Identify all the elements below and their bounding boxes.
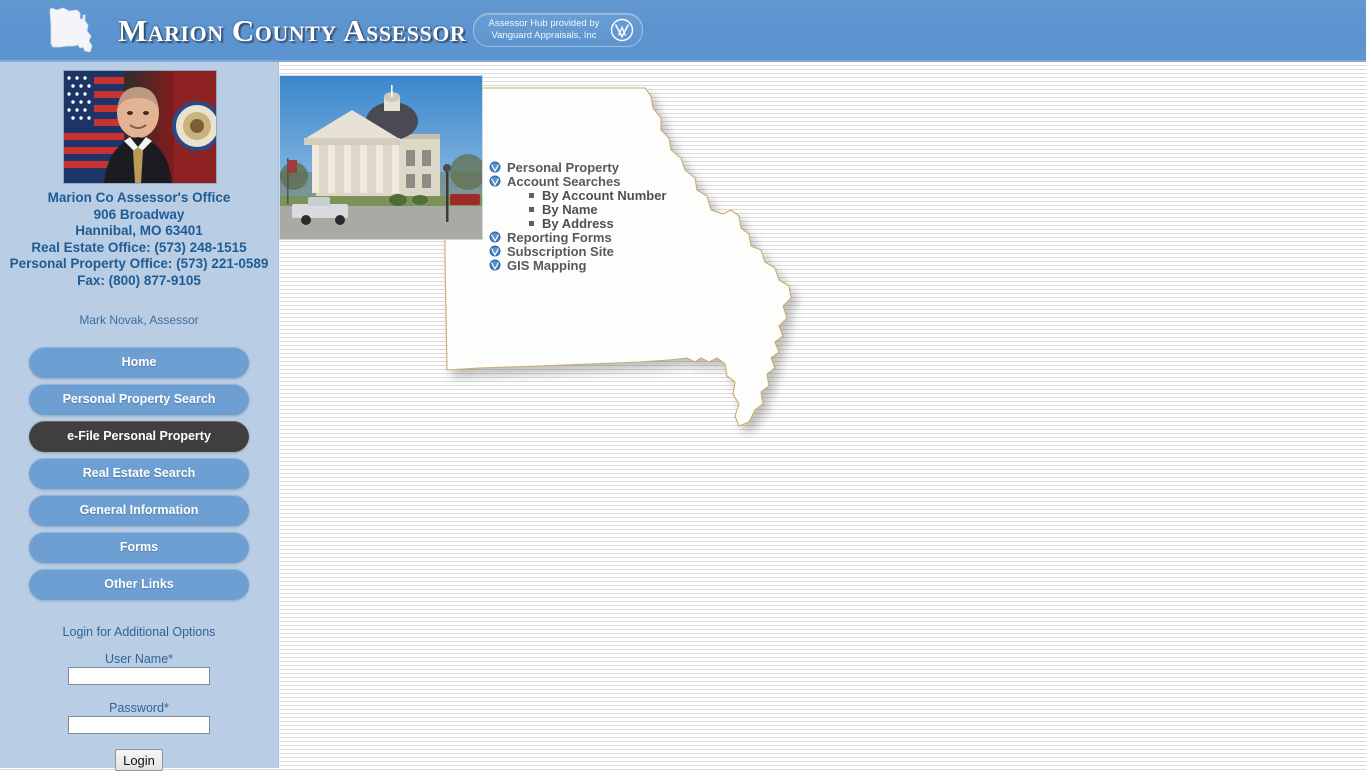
sidebar-item-real-estate-search[interactable]: Real Estate Search	[29, 458, 249, 489]
office-name: Marion Co Assessor's Office	[47, 190, 231, 205]
sidebar-item-efile-personal-property[interactable]: e-File Personal Property	[29, 421, 249, 452]
password-input[interactable]	[68, 716, 210, 734]
menu-item-label[interactable]: Account Searches	[507, 174, 620, 189]
menu-item-subscription-site[interactable]: Subscription Site	[489, 244, 809, 259]
sidebar-item-other-links[interactable]: Other Links	[29, 569, 249, 600]
office-fax: Fax: (800) 877-9105	[77, 272, 201, 288]
vanguard-bullet-icon	[489, 175, 501, 187]
office-personal-property-phone: Personal Property Office: (573) 221-0589	[9, 256, 269, 271]
menu-item-personal-property[interactable]: Personal Property	[489, 160, 809, 175]
menu-item-label[interactable]: GIS Mapping	[507, 258, 586, 273]
submenu-item-label[interactable]: By Name	[542, 202, 598, 217]
missouri-state-icon	[49, 7, 93, 53]
submenu-item-by-address[interactable]: By Address	[489, 216, 809, 231]
submenu-item-label[interactable]: By Address	[542, 216, 614, 231]
menu-item-label[interactable]: Reporting Forms	[507, 230, 612, 245]
menu-item-label[interactable]: Subscription Site	[507, 244, 614, 259]
hub-badge-line1: Assessor Hub provided by	[488, 18, 600, 29]
username-label: User Name*	[104, 652, 174, 666]
sidebar: Marion Co Assessor's Office 906 Broadway…	[0, 62, 279, 771]
site-header: Marion County Assessor Assessor Hub prov…	[0, 0, 1366, 62]
content-link-menu: Personal Property Account Searches By Ac…	[489, 160, 809, 273]
vanguard-bullet-icon	[489, 245, 501, 257]
office-city-state-zip: Hannibal, MO 63401	[75, 223, 203, 238]
sidebar-item-general-information[interactable]: General Information	[29, 495, 249, 526]
vanguard-logo-icon	[610, 18, 634, 42]
menu-item-reporting-forms[interactable]: Reporting Forms	[489, 230, 809, 245]
page-title: Marion County Assessor	[118, 13, 467, 48]
content-panel: Personal Property Account Searches By Ac…	[279, 62, 1366, 768]
submenu-item-by-account-number[interactable]: By Account Number	[489, 188, 809, 203]
menu-item-account-searches[interactable]: Account Searches	[489, 174, 809, 189]
office-real-estate-phone: Real Estate Office: (573) 248-1515	[31, 239, 247, 255]
submenu-item-label[interactable]: By Account Number	[542, 188, 666, 203]
assessor-portrait	[63, 70, 217, 184]
username-input[interactable]	[68, 667, 210, 685]
account-searches-sublist: By Account Number By Name By Address	[489, 188, 809, 231]
square-bullet-icon	[529, 220, 534, 226]
marion-county-courthouse-photo	[279, 75, 483, 240]
vanguard-bullet-icon	[489, 161, 501, 173]
sidebar-item-home[interactable]: Home	[29, 347, 249, 378]
square-bullet-icon	[529, 192, 534, 198]
hub-badge-line2: Vanguard Appraisals, Inc	[491, 29, 597, 41]
vanguard-bullet-icon	[489, 231, 501, 243]
square-bullet-icon	[529, 206, 534, 212]
sidebar-item-personal-property-search[interactable]: Personal Property Search	[29, 384, 249, 415]
office-street: 906 Broadway	[93, 206, 185, 222]
sidebar-nav: Home Personal Property Search e-File Per…	[29, 347, 249, 606]
password-label: Password*	[109, 701, 169, 715]
assessor-hub-badge: Assessor Hub provided by Vanguard Apprai…	[473, 13, 643, 47]
menu-item-gis-mapping[interactable]: GIS Mapping	[489, 258, 809, 273]
office-contact-info: Marion Co Assessor's Office 906 Broadway…	[8, 190, 270, 289]
vanguard-bullet-icon	[489, 259, 501, 271]
main-content: Personal Property Account Searches By Ac…	[279, 62, 1366, 768]
sidebar-item-forms[interactable]: Forms	[29, 532, 249, 563]
assessor-name: Mark Novak, Assessor	[79, 313, 199, 327]
menu-item-label[interactable]: Personal Property	[507, 160, 619, 175]
submenu-item-by-name[interactable]: By Name	[489, 202, 809, 217]
hub-badge-text: Assessor Hub provided by Vanguard Apprai…	[484, 18, 604, 41]
login-heading: Login for Additional Options	[62, 625, 216, 639]
